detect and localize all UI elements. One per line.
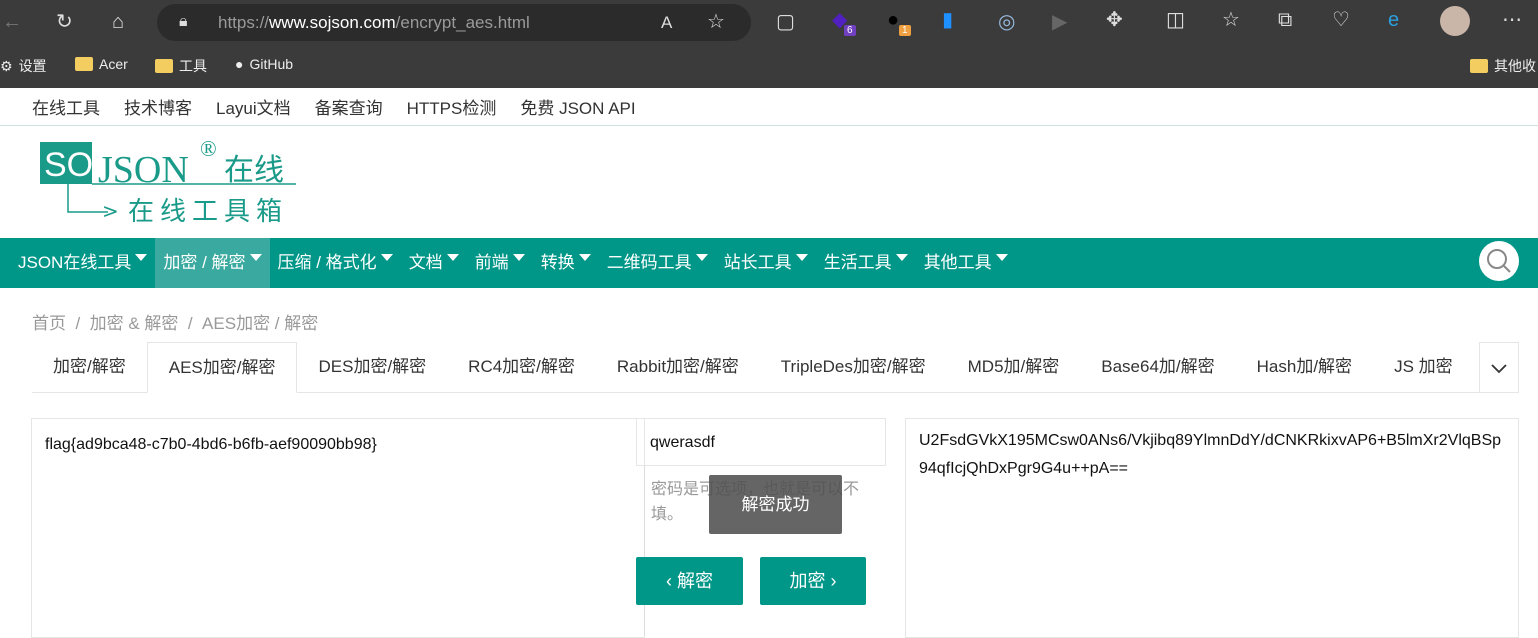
collections-icon[interactable]: ⧉ bbox=[1278, 10, 1292, 30]
nav-json-tools[interactable]: JSON在线工具 bbox=[10, 238, 155, 288]
read-aloud-icon[interactable]: A bbox=[661, 13, 672, 33]
svg-text:在线: 在线 bbox=[224, 153, 284, 188]
tab-aes[interactable]: AES加密/解密 bbox=[146, 342, 298, 393]
encrypt-label: 加密 bbox=[789, 571, 826, 591]
nav-qrcode[interactable]: 二维码工具 bbox=[599, 238, 716, 288]
top-nav: 在线工具 技术博客 Layui文档 备案查询 HTTPS检测 免费 JSON A… bbox=[0, 88, 1538, 126]
bookmark-other[interactable]: 其他收 bbox=[1470, 56, 1536, 76]
extensions-puzzle-icon[interactable]: ✥ bbox=[1106, 10, 1123, 30]
bookmark-settings[interactable]: ⚙ 设置 bbox=[0, 56, 47, 76]
gear-icon: ⚙ bbox=[0, 57, 13, 74]
url-prefix: https:// bbox=[218, 13, 270, 32]
tab-des[interactable]: DES加密/解密 bbox=[297, 342, 447, 392]
tab-hash[interactable]: Hash加/解密 bbox=[1236, 342, 1373, 392]
breadcrumb-home[interactable]: 首页 bbox=[32, 314, 66, 333]
nav-encrypt-decrypt[interactable]: 加密 / 解密 bbox=[155, 238, 270, 288]
bookmark-label: 设置 bbox=[18, 58, 47, 74]
topnav-link[interactable]: 备案查询 bbox=[315, 94, 383, 119]
split-screen-icon[interactable]: ◫ bbox=[1166, 10, 1185, 30]
topnav-link[interactable]: 技术博客 bbox=[124, 94, 192, 119]
svg-text:SO: SO bbox=[44, 146, 93, 184]
decrypt-button[interactable]: ‹ 解密 bbox=[636, 557, 743, 605]
tab-tripledes[interactable]: TripleDes加密/解密 bbox=[760, 342, 947, 392]
tab-encrypt[interactable]: 加密/解密 bbox=[32, 342, 147, 392]
download-extension-icon[interactable]: ▮ bbox=[942, 10, 953, 30]
nav-compress-format[interactable]: 压缩 / 格式化 bbox=[270, 238, 401, 288]
decrypt-label: 解密 bbox=[677, 571, 713, 591]
favorite-star-icon[interactable]: ☆ bbox=[707, 12, 725, 32]
main-nav: JSON在线工具 加密 / 解密 压缩 / 格式化 文档 前端 转换 二维码工具… bbox=[0, 238, 1538, 288]
tab-rc4[interactable]: RC4加密/解密 bbox=[447, 342, 596, 392]
nav-frontend[interactable]: 前端 bbox=[467, 238, 533, 288]
ie-mode-icon[interactable]: e bbox=[1388, 10, 1399, 30]
topnav-link[interactable]: 免费 JSON API bbox=[520, 94, 635, 119]
home-icon[interactable]: ⌂ bbox=[112, 12, 124, 32]
more-menu-icon[interactable]: ⋯ bbox=[1502, 10, 1522, 30]
bookmark-label: 工具 bbox=[179, 58, 207, 74]
breadcrumb: 首页 / 加密 & 解密 / AES加密 / 解密 bbox=[32, 314, 319, 333]
address-bar[interactable]: 🔒︎ https://www.sojson.com/encrypt_aes.ht… bbox=[157, 4, 751, 41]
folder-icon bbox=[1470, 59, 1488, 73]
browser-chrome: ← ↻ ⌂ 🔒︎ https://www.sojson.com/encrypt_… bbox=[0, 0, 1538, 88]
breadcrumb-current: AES加密 / 解密 bbox=[202, 314, 319, 333]
sync-extension-icon[interactable]: ◎ bbox=[998, 12, 1015, 32]
ciphertext-output[interactable]: U2FsdGVkX195MCsw0ANs6/Vkjibq89YlmnDdY/dC… bbox=[905, 418, 1519, 638]
more-tabs-button[interactable] bbox=[1479, 342, 1519, 393]
github-icon: ● bbox=[235, 56, 244, 72]
extension-icon[interactable]: ▢ bbox=[776, 12, 795, 32]
svg-text:>: > bbox=[102, 199, 119, 223]
bookmark-tools[interactable]: 工具 bbox=[155, 56, 207, 76]
bookmark-github[interactable]: ● GitHub bbox=[235, 56, 293, 72]
tab-base64[interactable]: Base64加/解密 bbox=[1080, 342, 1235, 392]
health-icon[interactable]: ♡ bbox=[1332, 10, 1350, 30]
sojson-logo[interactable]: SO JSON ® 在线 > 在线工具箱 bbox=[38, 136, 298, 231]
bookmark-label: 其他收 bbox=[1494, 58, 1536, 74]
nav-docs[interactable]: 文档 bbox=[401, 238, 467, 288]
lock-icon: 🔒︎ bbox=[179, 13, 188, 30]
tab-rabbit[interactable]: Rabbit加密/解密 bbox=[596, 342, 760, 392]
svg-text:在线工具箱: 在线工具箱 bbox=[128, 197, 288, 226]
toast-message: 解密成功 bbox=[709, 475, 842, 534]
url-domain: www.sojson.com bbox=[269, 13, 396, 32]
folder-icon bbox=[75, 57, 93, 71]
breadcrumb-encrypt[interactable]: 加密 & 解密 bbox=[90, 314, 179, 333]
bookmark-acer[interactable]: Acer bbox=[75, 56, 128, 72]
refresh-icon[interactable]: ↻ bbox=[56, 12, 73, 32]
nav-life[interactable]: 生活工具 bbox=[816, 238, 916, 288]
url-path: /encrypt_aes.html bbox=[395, 13, 530, 32]
search-icon bbox=[1487, 249, 1511, 273]
password-input[interactable]: qwerasdf bbox=[636, 418, 886, 466]
favorites-icon[interactable]: ☆ bbox=[1222, 10, 1240, 30]
chevron-down-icon bbox=[1491, 364, 1507, 374]
tab-js[interactable]: JS 加密 bbox=[1373, 342, 1474, 392]
divider bbox=[644, 466, 645, 636]
topnav-link[interactable]: HTTPS检测 bbox=[407, 94, 497, 119]
tool-tabs: 加密/解密 AES加密/解密 DES加密/解密 RC4加密/解密 Rabbit加… bbox=[32, 342, 1519, 393]
nav-other[interactable]: 其他工具 bbox=[916, 238, 1016, 288]
topnav-link[interactable]: 在线工具 bbox=[32, 94, 100, 119]
folder-icon bbox=[155, 59, 173, 73]
extension-badge: 6 bbox=[844, 25, 856, 36]
back-icon[interactable]: ← bbox=[2, 12, 22, 32]
bookmark-label: GitHub bbox=[249, 56, 294, 72]
search-button[interactable] bbox=[1479, 241, 1519, 281]
avatar[interactable] bbox=[1440, 6, 1470, 36]
bookmark-label: Acer bbox=[99, 56, 128, 72]
extension-icon[interactable]: ● bbox=[887, 10, 899, 30]
nav-webmaster[interactable]: 站长工具 bbox=[716, 238, 816, 288]
play-icon[interactable]: ▶ bbox=[1052, 12, 1067, 32]
extension-badge: 1 bbox=[899, 25, 911, 36]
plaintext-input[interactable]: flag{ad9bca48-c7b0-4bd6-b6fb-aef90090bb9… bbox=[31, 418, 645, 638]
nav-convert[interactable]: 转换 bbox=[533, 238, 599, 288]
topnav-link[interactable]: Layui文档 bbox=[216, 94, 291, 119]
tab-md5[interactable]: MD5加/解密 bbox=[947, 342, 1081, 392]
encrypt-button[interactable]: 加密 › bbox=[760, 557, 866, 605]
svg-text:®: ® bbox=[200, 138, 217, 161]
